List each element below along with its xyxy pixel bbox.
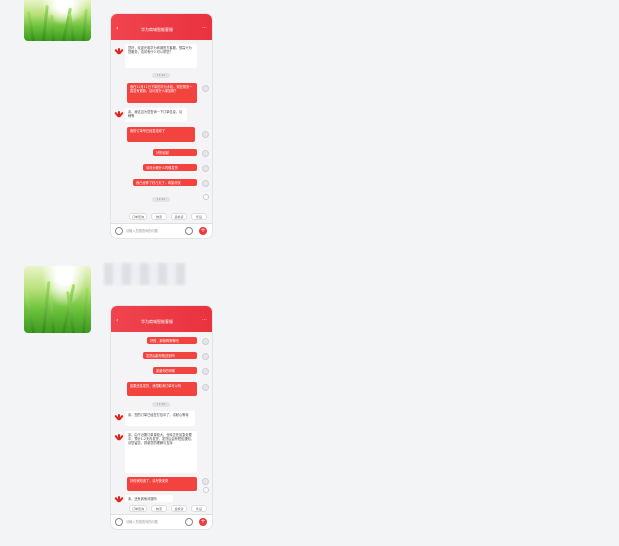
plus-icon[interactable]: + — [199, 518, 207, 526]
emoji-icon[interactable] — [185, 518, 193, 526]
chat-screenshot-image[interactable]: ‹ 华为商城智能客服 ⋯ 您好，欢迎光临华为商城官方客服，很高兴为您服务，请问有… — [111, 14, 212, 238]
quick-reply-bar: 订单查询 物流 退换货 售后 — [111, 504, 212, 514]
quick-reply-chip[interactable]: 物流 — [151, 213, 167, 220]
user-bubble: 好的谢谢 — [153, 149, 197, 156]
app-header: ‹ 华为商城智能客服 ⋯ — [111, 306, 212, 332]
chat-screenshot-image[interactable]: ‹ 华为商城智能客服 ⋯ 好的，那我再等等吧 发货后能尽快送到吗 谢谢你的帮助 … — [111, 306, 212, 529]
user-bubble: 我在11月11日下单的华为手机，现在物流一直没有更新，请问是什么原因呢？ — [127, 83, 197, 103]
app-header: ‹ 华为商城智能客服 ⋯ — [111, 14, 212, 40]
bot-bubble: 亲，您的订单已经在打包中了，请耐心等待 — [125, 411, 195, 426]
user-bubble: 我已经等了好几天了，希望尽快 — [133, 179, 197, 186]
user-bubble: 好的，那我再等等吧 — [147, 337, 197, 344]
grass-decoration — [26, 11, 35, 41]
quick-reply-chip[interactable]: 退换货 — [171, 213, 187, 220]
chevron-left-icon: ‹ — [116, 25, 119, 32]
voice-icon[interactable] — [115, 227, 123, 235]
quick-reply-chip[interactable]: 物流 — [151, 505, 167, 512]
grass-decoration — [42, 281, 51, 333]
header-title: 华为商城智能客服 — [141, 27, 173, 32]
huawei-logo-icon — [114, 434, 124, 441]
quick-reply-chip[interactable]: 订单查询 — [129, 213, 147, 220]
user-avatar — [202, 150, 209, 157]
plus-icon[interactable]: + — [199, 227, 207, 235]
quick-reply-chip[interactable]: 售后 — [191, 213, 207, 220]
grass-decoration — [68, 13, 75, 41]
grass-decoration — [49, 294, 55, 333]
emoji-icon[interactable] — [185, 227, 193, 235]
user-avatar — [202, 338, 209, 345]
user-avatar — [202, 478, 209, 485]
huawei-logo-icon — [114, 48, 124, 55]
scroll-down-icon[interactable] — [203, 194, 209, 200]
grass-decoration — [42, 5, 49, 41]
quick-reply-chip[interactable]: 售后 — [191, 505, 207, 512]
user-bubble: 请问大概什么时候发货 — [143, 164, 197, 171]
user-avatar — [202, 85, 209, 92]
user-avatar — [202, 353, 209, 360]
huawei-logo-icon — [114, 414, 124, 421]
scroll-down-icon[interactable] — [203, 487, 209, 493]
input-bar: 请输入您想咨询的问题 + — [111, 514, 212, 529]
quick-reply-bar: 订单查询 物流 退换货 售后 — [111, 212, 212, 222]
grass-decoration — [50, 14, 55, 41]
user-bubble: 我的订单号已经发给你了 — [127, 127, 195, 142]
user-bubble: 好的我知道了，请尽快安排 — [127, 477, 197, 491]
quick-reply-chip[interactable]: 退换货 — [171, 505, 187, 512]
user-bubble: 如果还没发货，我想取消订单可以吗 — [127, 382, 197, 396]
user-bubble: 发货后能尽快送到吗 — [143, 352, 197, 359]
avatar[interactable] — [24, 266, 91, 333]
timestamp: 11:30 — [152, 402, 170, 407]
quick-reply-chip[interactable]: 订单查询 — [129, 505, 147, 512]
header-title: 华为商城智能客服 — [141, 319, 173, 324]
input-bar: 请输入您想咨询的问题 + — [111, 223, 212, 238]
user-avatar — [202, 131, 209, 138]
grass-decoration — [25, 293, 35, 333]
bot-bubble: 您好，欢迎光临华为商城官方客服，很高兴为您服务，请问有什么可以帮您？ — [125, 44, 197, 68]
message-input[interactable]: 请输入您想咨询的问题 — [126, 228, 158, 233]
voice-icon[interactable] — [115, 518, 123, 526]
more-icon: ⋯ — [202, 25, 207, 31]
grass-decoration — [82, 287, 90, 333]
timestamp: 11:24 — [152, 73, 170, 78]
more-icon: ⋯ — [202, 317, 207, 323]
timestamp: 11:25 — [152, 197, 170, 202]
message-input[interactable]: 请输入您想咨询的问题 — [126, 519, 158, 524]
bot-bubble: 亲，我这边为您查询一下订单信息，请稍等 — [125, 108, 187, 122]
huawei-logo-icon — [114, 111, 124, 118]
bot-bubble: 亲，还有其他问题吗 — [125, 495, 173, 502]
user-avatar — [202, 165, 209, 172]
chevron-left-icon: ‹ — [116, 317, 119, 324]
avatar[interactable] — [24, 0, 91, 41]
bot-bubble: 亲，由于近期订单量较大，仓库正在加急处理中，预计1-2天内发货，发货后会有短信通… — [125, 431, 197, 473]
user-avatar — [202, 384, 209, 391]
user-avatar — [202, 368, 209, 375]
user-avatar — [202, 180, 209, 187]
user-bubble: 谢谢你的帮助 — [153, 367, 197, 374]
grass-decoration — [82, 8, 88, 41]
huawei-logo-icon — [114, 496, 124, 503]
sender-name — [104, 263, 186, 285]
